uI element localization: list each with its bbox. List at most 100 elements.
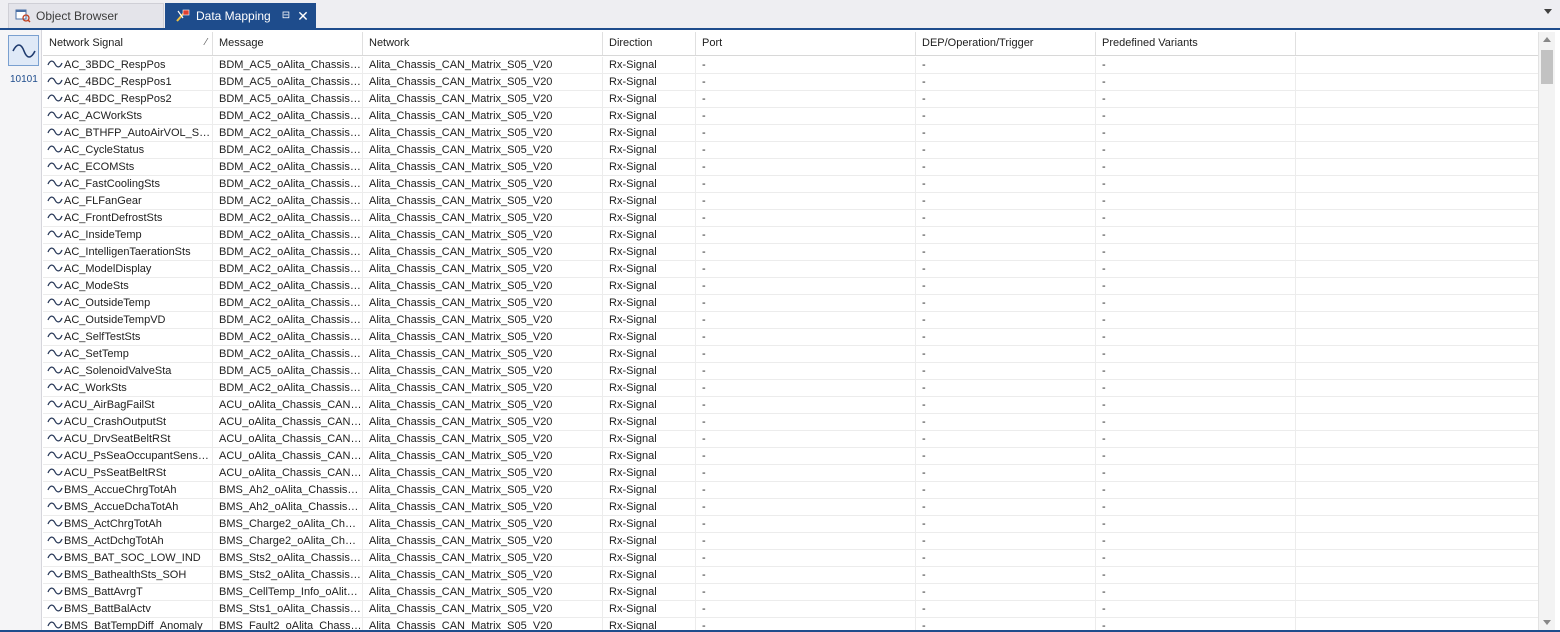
- cell-text: Alita_Chassis_CAN_Matrix_S05_V20: [369, 552, 553, 564]
- cell-text: -: [1102, 569, 1106, 581]
- table-row[interactable]: AC_FLFanGear BDM_AC2_oAlita_Chassis_CAN_M…: [43, 193, 1538, 210]
- binary-view-button[interactable]: 10101: [10, 74, 38, 85]
- cell-direction: Rx-Signal: [603, 176, 696, 192]
- table-row[interactable]: BMS_BattBalActv BMS_Sts1_oAlita_Chassis_C…: [43, 601, 1538, 618]
- grid-body: AC_3BDC_RespPos BDM_AC5_oAlita_Chassis_CA…: [43, 57, 1538, 630]
- signal-view-button[interactable]: [8, 35, 39, 66]
- cell-predefined-variants: -: [1096, 380, 1296, 396]
- tab-list-dropdown-icon[interactable]: [1544, 9, 1552, 14]
- scrollbar-thumb[interactable]: [1541, 50, 1553, 84]
- table-row[interactable]: BMS_ActChrgTotAh BMS_Charge2_oAlita_Chass…: [43, 516, 1538, 533]
- cell-text: -: [702, 127, 706, 139]
- cell-message: BDM_AC2_oAlita_Chassis_CAN_Matrix_S05_V2…: [213, 329, 363, 345]
- signal-wave-icon: [47, 519, 63, 527]
- table-row[interactable]: AC_3BDC_RespPos BDM_AC5_oAlita_Chassis_CA…: [43, 57, 1538, 74]
- table-row[interactable]: AC_ECOMSts BDM_AC2_oAlita_Chassis_CAN_Mat…: [43, 159, 1538, 176]
- column-header-port[interactable]: Port: [696, 32, 916, 55]
- cell-network-signal: AC_OutsideTempVD: [43, 312, 213, 328]
- cell-text: -: [922, 467, 926, 479]
- cell-text: Rx-Signal: [609, 93, 657, 105]
- table-row[interactable]: AC_SetTemp BDM_AC2_oAlita_Chassis_CAN_Mat…: [43, 346, 1538, 363]
- cell-port: -: [696, 550, 916, 566]
- cell-text: -: [1102, 399, 1106, 411]
- table-row[interactable]: AC_WorkSts BDM_AC2_oAlita_Chassis_CAN_Mat…: [43, 380, 1538, 397]
- cell-text: Alita_Chassis_CAN_Matrix_S05_V20: [369, 416, 553, 428]
- cell-text: -: [922, 212, 926, 224]
- table-row[interactable]: AC_InsideTemp BDM_AC2_oAlita_Chassis_CAN_…: [43, 227, 1538, 244]
- table-row[interactable]: AC_SelfTestSts BDM_AC2_oAlita_Chassis_CAN…: [43, 329, 1538, 346]
- grid-header: Network Signal ⁄ Message Network Direction Po…: [43, 32, 1538, 56]
- table-row[interactable]: AC_IntelligenTaerationSts BDM_AC2_oAlita_…: [43, 244, 1538, 261]
- cell-message: BMS_Sts1_oAlita_Chassis_CAN_Matrix_S05_V…: [213, 601, 363, 617]
- cell-spare: [1296, 278, 1538, 294]
- tab-object-browser[interactable]: Object Browser: [8, 3, 164, 28]
- cell-text: -: [1102, 229, 1106, 241]
- pin-tab-icon[interactable]: ⊟: [282, 10, 290, 21]
- data-mapping-grid: Network Signal ⁄ Message Network Direction Po…: [43, 32, 1538, 630]
- cell-text: Alita_Chassis_CAN_Matrix_S05_V20: [369, 484, 553, 496]
- table-row[interactable]: AC_FrontDefrostSts BDM_AC2_oAlita_Chassis…: [43, 210, 1538, 227]
- cell-text: -: [922, 348, 926, 360]
- column-header-network-signal[interactable]: Network Signal ⁄: [43, 32, 213, 55]
- table-row[interactable]: AC_FastCoolingSts BDM_AC2_oAlita_Chassis_…: [43, 176, 1538, 193]
- table-row[interactable]: AC_4BDC_RespPos2 BDM_AC5_oAlita_Chassis_C…: [43, 91, 1538, 108]
- cell-predefined-variants: -: [1096, 363, 1296, 379]
- table-row[interactable]: AC_CycleStatus BDM_AC2_oAlita_Chassis_CAN…: [43, 142, 1538, 159]
- cell-direction: Rx-Signal: [603, 57, 696, 73]
- table-row[interactable]: BMS_ActDchgTotAh BMS_Charge2_oAlita_Chass…: [43, 533, 1538, 550]
- cell-direction: Rx-Signal: [603, 108, 696, 124]
- table-row[interactable]: AC_OutsideTempVD BDM_AC2_oAlita_Chassis_C…: [43, 312, 1538, 329]
- table-row[interactable]: BMS_BAT_SOC_LOW_IND BMS_Sts2_oAlita_Chass…: [43, 550, 1538, 567]
- cell-network: Alita_Chassis_CAN_Matrix_S05_V20: [363, 550, 603, 566]
- table-row[interactable]: AC_ModelDisplay BDM_AC2_oAlita_Chassis_CA…: [43, 261, 1538, 278]
- cell-direction: Rx-Signal: [603, 244, 696, 260]
- table-row[interactable]: BMS_BatTempDiff_Anomaly BMS_Fault2_oAlita…: [43, 618, 1538, 630]
- column-header-spare[interactable]: [1296, 32, 1538, 55]
- cell-network-signal: AC_SelfTestSts: [43, 329, 213, 345]
- close-tab-icon[interactable]: ✕: [297, 9, 309, 23]
- scroll-down-icon[interactable]: [1543, 620, 1551, 625]
- table-row[interactable]: AC_SolenoidValveSta BDM_AC5_oAlita_Chassi…: [43, 363, 1538, 380]
- tab-data-mapping[interactable]: Data Mapping ⊟ ✕: [165, 3, 316, 28]
- table-row[interactable]: BMS_BattAvrgT BMS_CellTemp_Info_oAlita_Ch…: [43, 584, 1538, 601]
- table-row[interactable]: ACU_DrvSeatBeltRSt ACU_oAlita_Chassis_CAN…: [43, 431, 1538, 448]
- cell-message: BMS_Fault2_oAlita_Chassis_CAN_Matrix_S05…: [213, 618, 363, 630]
- table-row[interactable]: ACU_PsSeatBeltRSt ACU_oAlita_Chassis_CAN_…: [43, 465, 1538, 482]
- cell-text: Alita_Chassis_CAN_Matrix_S05_V20: [369, 280, 553, 292]
- table-row[interactable]: BMS_AccueDchaTotAh BMS_Ah2_oAlita_Chassis…: [43, 499, 1538, 516]
- cell-network-signal: AC_FastCoolingSts: [43, 176, 213, 192]
- table-row[interactable]: AC_4BDC_RespPos1 BDM_AC5_oAlita_Chassis_C…: [43, 74, 1538, 91]
- scroll-up-icon[interactable]: [1543, 37, 1551, 42]
- vertical-scrollbar[interactable]: [1538, 32, 1555, 630]
- cell-port: -: [696, 91, 916, 107]
- cell-predefined-variants: -: [1096, 499, 1296, 515]
- table-row[interactable]: AC_ACWorkSts BDM_AC2_oAlita_Chassis_CAN_M…: [43, 108, 1538, 125]
- table-row[interactable]: BMS_AccueChrgTotAh BMS_Ah2_oAlita_Chassis…: [43, 482, 1538, 499]
- table-row[interactable]: ACU_PsSeaOccupantSensorSt ACU_oAlita_Chas…: [43, 448, 1538, 465]
- cell-text: AC_4BDC_RespPos2: [64, 93, 172, 105]
- cell-network-signal: AC_3BDC_RespPos: [43, 57, 213, 73]
- cell-dep-operation-trigger: -: [916, 499, 1096, 515]
- table-row[interactable]: BMS_BathealthSts_SOH BMS_Sts2_oAlita_Chas…: [43, 567, 1538, 584]
- table-row[interactable]: AC_OutsideTemp BDM_AC2_oAlita_Chassis_CAN…: [43, 295, 1538, 312]
- sort-indicator-icon: ⁄: [205, 37, 207, 48]
- column-header-label: Port: [702, 37, 723, 49]
- cell-text: -: [702, 263, 706, 275]
- table-row[interactable]: ACU_CrashOutputSt ACU_oAlita_Chassis_CAN_…: [43, 414, 1538, 431]
- cell-spare: [1296, 414, 1538, 430]
- column-header-predefined-variants[interactable]: Predefined Variants: [1096, 32, 1296, 55]
- column-header-message[interactable]: Message: [213, 32, 363, 55]
- cell-text: -: [702, 314, 706, 326]
- table-row[interactable]: AC_BTHFP_AutoAirVOL_SW_Sts BDM_AC2_oAlita…: [43, 125, 1538, 142]
- cell-network-signal: ACU_DrvSeatBeltRSt: [43, 431, 213, 447]
- column-header-dep-operation-trigger[interactable]: DEP/Operation/Trigger: [916, 32, 1096, 55]
- table-row[interactable]: ACU_AirBagFailSt ACU_oAlita_Chassis_CAN_M…: [43, 397, 1538, 414]
- signal-wave-icon: [47, 349, 63, 357]
- column-header-network[interactable]: Network: [363, 32, 603, 55]
- cell-text: -: [1102, 297, 1106, 309]
- column-header-direction[interactable]: Direction: [603, 32, 696, 55]
- cell-text: Rx-Signal: [609, 246, 657, 258]
- cell-direction: Rx-Signal: [603, 380, 696, 396]
- cell-network: Alita_Chassis_CAN_Matrix_S05_V20: [363, 601, 603, 617]
- table-row[interactable]: AC_ModeSts BDM_AC2_oAlita_Chassis_CAN_Mat…: [43, 278, 1538, 295]
